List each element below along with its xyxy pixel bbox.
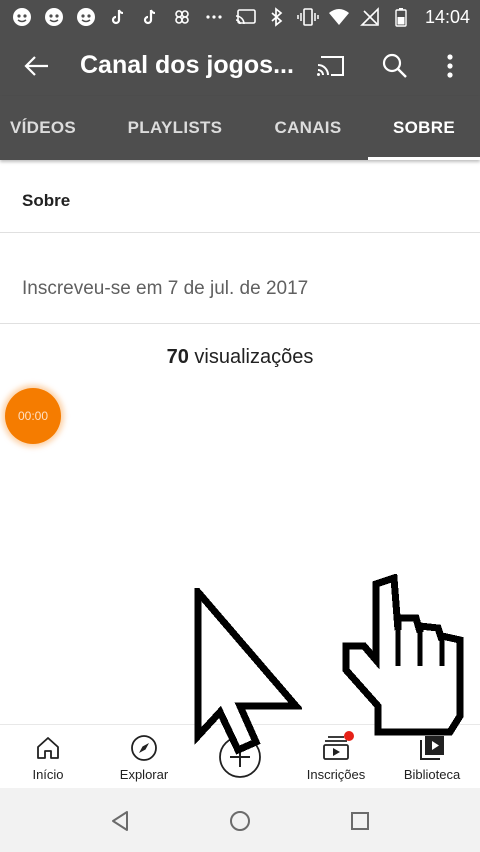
nav-home-label: Início [32, 767, 64, 782]
arrow-left-icon [24, 56, 48, 76]
about-section-title: Sobre [22, 191, 71, 210]
tab-playlists[interactable]: PLAYLISTS [110, 96, 240, 160]
recording-timer-button[interactable]: 00:00 [5, 388, 61, 444]
cast-status-icon [235, 5, 257, 29]
cast-icon [317, 56, 344, 76]
tab-channels[interactable]: CANAIS [260, 96, 356, 160]
nav-explore[interactable]: Explorar [96, 725, 192, 789]
tab-about[interactable]: SOBRE [368, 96, 480, 160]
more-notifications-icon [202, 5, 226, 29]
battery-icon [390, 5, 412, 29]
more-vert-icon [447, 54, 453, 78]
views-number: 70 [166, 346, 189, 368]
views-label: visualizações [188, 346, 314, 368]
face-icon [42, 5, 66, 29]
channel-tabs: VÍDEOS PLAYLISTS CANAIS SOBRE [0, 96, 480, 160]
wifi-icon [328, 5, 350, 29]
more-options-button[interactable] [432, 46, 468, 86]
divider [0, 323, 480, 324]
hand-cursor-icon [342, 574, 464, 736]
app-icon [170, 5, 194, 29]
system-home-button[interactable] [220, 804, 260, 838]
cast-button[interactable] [312, 46, 350, 86]
face-icon [74, 5, 98, 29]
channel-title: Canal dos jogos... [80, 51, 294, 79]
face-icon [10, 5, 34, 29]
active-tab-indicator [368, 157, 480, 160]
status-left-icons [10, 5, 226, 29]
no-signal-icon [359, 5, 381, 29]
status-bar: 14:04 [0, 0, 480, 34]
back-button[interactable] [14, 46, 60, 86]
divider [0, 232, 480, 233]
search-button[interactable] [376, 46, 414, 86]
system-back-button[interactable] [100, 804, 140, 838]
nav-library-label: Biblioteca [403, 767, 461, 782]
tab-videos[interactable]: VÍDEOS [0, 96, 86, 160]
square-recents-icon [351, 812, 369, 830]
tiktok-icon [138, 5, 162, 29]
triangle-back-icon [112, 811, 128, 831]
arrow-cursor-icon [194, 588, 302, 755]
tiktok-icon [106, 5, 130, 29]
compass-icon [129, 733, 159, 763]
status-time: 14:04 [424, 6, 470, 27]
system-navigation-bar [0, 788, 480, 852]
views-count: 70 visualizações [0, 346, 480, 369]
search-icon [382, 53, 407, 78]
system-recents-button[interactable] [340, 804, 380, 838]
nav-home[interactable]: Início [0, 725, 96, 789]
nav-subscriptions-label: Inscrições [306, 767, 366, 782]
vibrate-icon [297, 5, 319, 29]
app-bar: Canal dos jogos... [0, 34, 480, 96]
joined-date: Inscreveu-se em 7 de jul. de 2017 [22, 278, 309, 299]
home-icon [33, 733, 63, 763]
nav-explore-label: Explorar [119, 767, 169, 782]
circle-home-icon [230, 811, 250, 831]
status-right-icons: 14:04 [235, 5, 470, 29]
bluetooth-icon [266, 5, 288, 29]
